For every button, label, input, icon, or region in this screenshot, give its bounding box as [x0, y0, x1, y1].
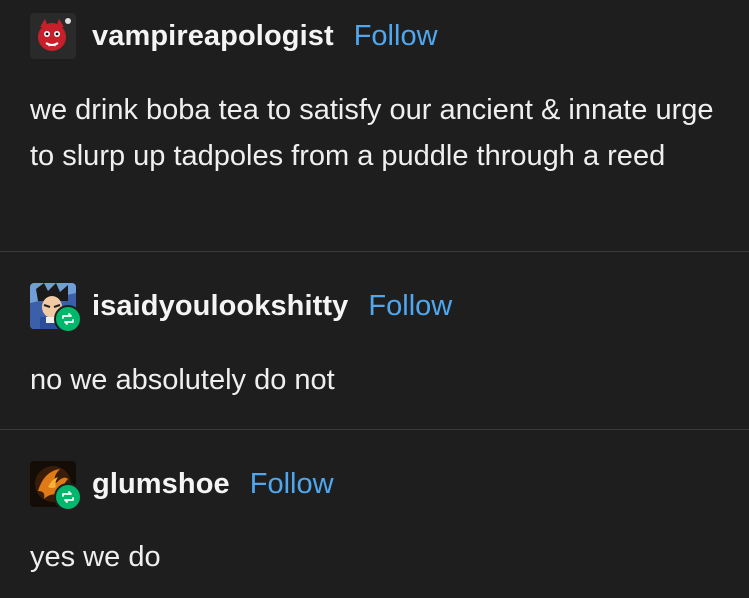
- avatar-image: [30, 13, 76, 59]
- avatar[interactable]: [30, 283, 82, 333]
- post-glumshoe: glumshoe Follow yes we do: [0, 429, 749, 598]
- post-text: yes we do: [30, 541, 161, 573]
- reblog-icon: [62, 491, 74, 503]
- post-header: isaidyoulookshitty Follow: [30, 283, 452, 333]
- reblog-icon: [62, 313, 74, 325]
- post-text: no we absolutely do not: [30, 364, 335, 396]
- post-header: vampireapologist Follow: [30, 13, 438, 59]
- username[interactable]: vampireapologist: [92, 20, 334, 53]
- post-text: we drink boba tea to satisfy our ancient…: [30, 94, 714, 172]
- username[interactable]: glumshoe: [92, 468, 230, 501]
- post-isaidyoulookshitty: isaidyoulookshitty Follow no we absolute…: [0, 251, 749, 429]
- follow-button[interactable]: Follow: [354, 20, 438, 53]
- avatar[interactable]: [30, 461, 82, 511]
- reblog-badge: [54, 305, 82, 333]
- reblog-badge: [54, 483, 82, 511]
- post-header: glumshoe Follow: [30, 461, 334, 511]
- follow-button[interactable]: Follow: [250, 468, 334, 501]
- avatar[interactable]: [30, 13, 76, 59]
- username[interactable]: isaidyoulookshitty: [92, 290, 348, 323]
- post-vampireapologist: vampireapologist Follow we drink boba te…: [0, 0, 749, 251]
- follow-button[interactable]: Follow: [368, 290, 452, 323]
